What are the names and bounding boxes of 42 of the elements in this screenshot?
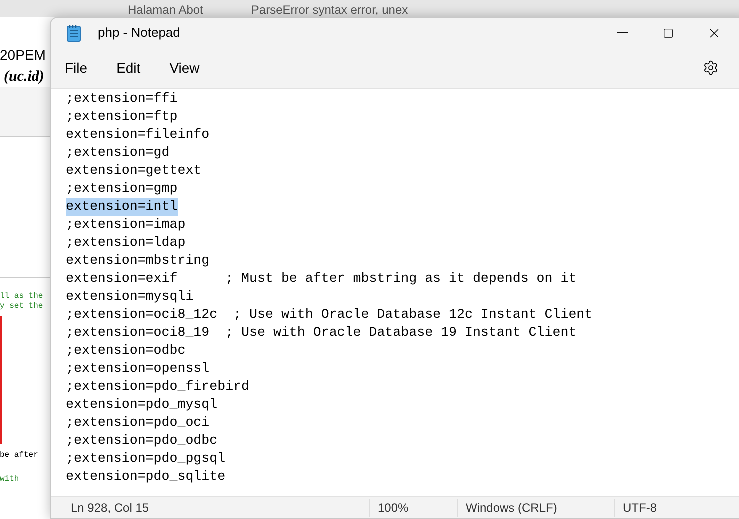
code-line: extension=exif ; Must be after mbstring as it depends on it	[66, 270, 577, 288]
code-line: ;extension=ftp	[66, 108, 178, 126]
code-line: ;extension=openssl	[66, 360, 210, 378]
menu-item[interactable]: View	[162, 53, 208, 83]
code-line: ;extension=odbc	[66, 342, 186, 360]
code-line: ;extension=imap	[66, 216, 186, 234]
browser-tab[interactable]: Halaman Abot	[120, 3, 212, 17]
status-text: 100%	[369, 498, 457, 516]
code-line: ;extension=oci8_12c ; Use with Oracle Database 12c Instant Client	[66, 306, 593, 324]
status-text: Windows (CRLF)	[457, 498, 614, 516]
code-line: ;extension=pdo_oci	[66, 414, 210, 432]
code-line: ;extension=gd	[66, 144, 170, 162]
status-text: Ln 928, Col 15	[71, 500, 150, 516]
maximize-icon	[662, 28, 674, 38]
code-line: ;extension=pdo_odbc	[66, 432, 218, 450]
code-line: ;extension=gmp	[66, 180, 178, 198]
code-line: extension=fileinfo	[66, 126, 210, 144]
notepad-icon	[67, 24, 81, 42]
menu-item[interactable]: File	[57, 53, 96, 83]
browser-tab[interactable]: ParseError syntax error, unex	[243, 3, 416, 17]
code-text: y set the	[0, 302, 44, 312]
code-line: extension=mysqli	[66, 288, 194, 306]
code-line: ;extension=pdo_firebird	[66, 378, 250, 396]
code-line: extension=pdo_mysql	[66, 396, 218, 414]
code-line: extension=mbstring	[66, 252, 210, 270]
code-line: ;extension=ffi	[66, 90, 178, 108]
settings-icon[interactable]	[703, 60, 719, 76]
code-line: extension=pdo_sqlite	[66, 468, 226, 486]
code-line: ;extension=pdo_pgsql	[66, 450, 226, 468]
menu-item[interactable]: Edit	[108, 53, 149, 83]
code-text: ll as the	[0, 292, 44, 302]
text-editor[interactable]	[51, 88, 739, 496]
code-line: extension=gettext	[66, 162, 202, 180]
code-text: with	[0, 474, 20, 486]
minimize-icon	[616, 32, 628, 34]
code-text: be after	[0, 450, 40, 462]
address-text: 20PEM	[0, 46, 47, 65]
window-title: php - Notepad	[98, 24, 180, 42]
code-line: ;extension=oci8_19 ; Use with Oracle Database 19 Instant Client	[66, 324, 577, 342]
page-heading: (uc.id)	[3, 68, 46, 87]
code-line: ;extension=ldap	[66, 234, 186, 252]
status-text: UTF-8	[614, 498, 734, 516]
